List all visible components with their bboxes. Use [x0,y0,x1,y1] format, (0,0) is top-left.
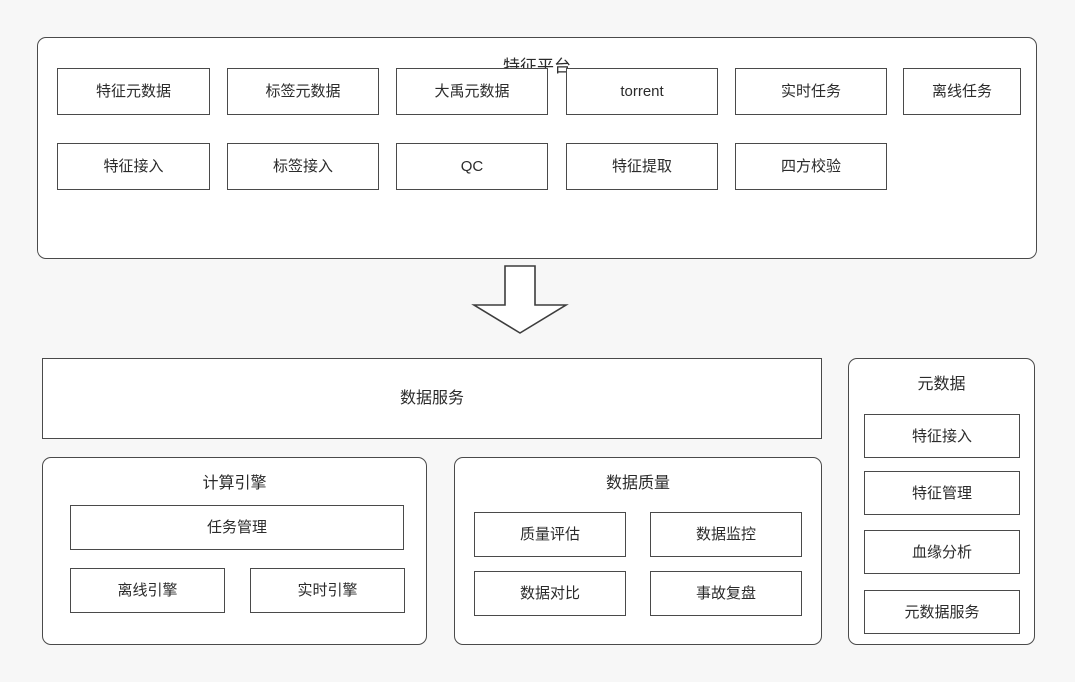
platform-item-box: QC [396,143,548,190]
task-management-box: 任务管理 [70,505,404,550]
platform-item-box-label: 离线任务 [931,83,992,100]
realtime-engine-label: 实时引擎 [297,582,358,599]
platform-item-box: 四方校验 [735,143,887,190]
platform-item-box: 特征提取 [566,143,718,190]
platform-item-box-label: 特征接入 [103,158,164,175]
platform-item-box: 标签接入 [227,143,379,190]
platform-item-box: 离线任务 [903,68,1021,115]
quality-item-box: 数据监控 [650,512,802,557]
data-service-box: 数据服务 [42,358,822,439]
quality-item-label: 质量评估 [519,526,580,543]
platform-item-box: 实时任务 [735,68,887,115]
realtime-engine-box: 实时引擎 [250,568,405,613]
compute-engine-title: 计算引擎 [202,475,267,492]
platform-item-box-label: QC [460,158,484,175]
platform-item-box: 标签元数据 [227,68,379,115]
metadata-item-box: 元数据服务 [864,590,1020,634]
architecture-diagram: 特征平台 特征元数据 标签元数据 大禹元数据 torrent 实时任务 离线任务 特征接入… [0,0,1075,682]
platform-item-box-label: 实时任务 [780,83,841,100]
platform-item-box: torrent [566,68,718,115]
metadata-item-label: 元数据服务 [904,603,980,621]
metadata-item-box: 血缘分析 [864,530,1020,574]
metadata-item-label: 血缘分析 [911,543,972,561]
offline-engine-box: 离线引擎 [70,568,225,613]
platform-item-box-label: torrent [620,83,664,100]
platform-item-box-label: 特征元数据 [95,83,171,100]
platform-item-box-label: 标签元数据 [265,83,341,100]
quality-item-label: 事故复盘 [695,585,756,602]
metadata-item-label: 特征接入 [911,427,972,445]
compute-engine-panel: 计算引擎 [42,457,427,645]
metadata-item-box: 特征接入 [864,414,1020,458]
platform-item-box: 大禹元数据 [396,68,548,115]
quality-item-label: 数据监控 [695,526,756,543]
quality-item-label: 数据对比 [519,585,580,602]
platform-item-box-label: 特征提取 [611,158,672,175]
quality-item-box: 事故复盘 [650,571,802,616]
metadata-item-box: 特征管理 [864,471,1020,515]
platform-item-box-label: 四方校验 [780,158,841,175]
down-arrow-icon [470,265,570,335]
task-management-label: 任务管理 [206,519,267,536]
platform-item-box-label: 标签接入 [272,158,333,175]
metadata-title: 元数据 [917,376,966,393]
platform-item-box-label: 大禹元数据 [434,83,510,100]
offline-engine-label: 离线引擎 [117,582,178,599]
quality-item-box: 数据对比 [474,571,626,616]
metadata-item-label: 特征管理 [911,484,972,502]
platform-item-box: 特征元数据 [57,68,210,115]
data-quality-title: 数据质量 [605,475,670,492]
quality-item-box: 质量评估 [474,512,626,557]
platform-item-box: 特征接入 [57,143,210,190]
data-service-label: 数据服务 [399,389,464,407]
